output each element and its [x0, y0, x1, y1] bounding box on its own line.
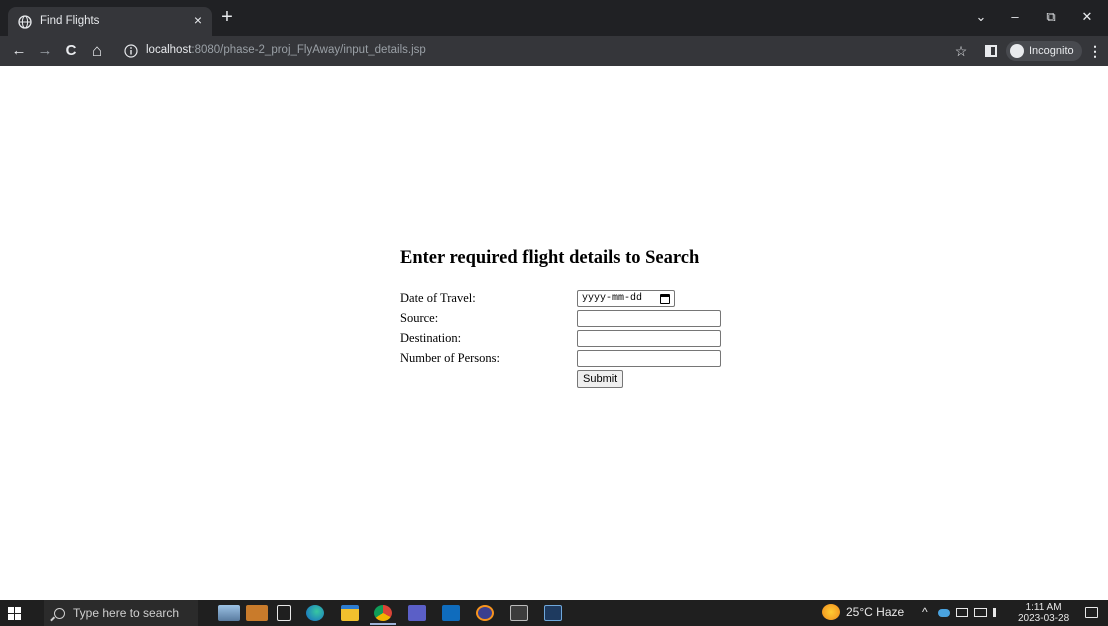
globe-icon: [18, 15, 32, 29]
flight-search-form: Enter required flight details to Search …: [400, 248, 721, 389]
taskbar-clock[interactable]: 1:11 AM 2023-03-28: [1018, 602, 1069, 624]
number-of-persons-input[interactable]: [577, 350, 721, 367]
edge-icon[interactable]: [306, 605, 324, 621]
tab-find-flights[interactable]: Find Flights ×: [8, 7, 212, 36]
search-icon: [54, 607, 65, 619]
clock-date: 2023-03-28: [1018, 613, 1070, 624]
forward-button[interactable]: →: [34, 40, 56, 62]
info-icon[interactable]: [124, 44, 138, 58]
notification-icon[interactable]: [1085, 607, 1098, 618]
tray-overflow-icon[interactable]: ^: [922, 605, 928, 619]
outlook-icon[interactable]: [442, 605, 460, 621]
source-input[interactable]: [577, 310, 721, 327]
terminal-icon[interactable]: [510, 605, 528, 621]
volume-icon[interactable]: [993, 608, 1004, 617]
submit-button[interactable]: Submit: [577, 370, 624, 388]
briefcase-app-icon[interactable]: [246, 605, 268, 621]
tab-search-dropdown-icon[interactable]: ⌄: [966, 6, 996, 28]
reload-button[interactable]: C: [60, 40, 82, 62]
teams-icon[interactable]: [408, 605, 426, 621]
back-button[interactable]: ←: [8, 40, 30, 62]
tab-title: Find Flights: [40, 15, 100, 27]
address-bar[interactable]: localhost:8080/phase-2_proj_FlyAway/inpu…: [114, 40, 974, 62]
incognito-indicator[interactable]: Incognito: [1006, 41, 1082, 61]
date-row: Date of Travel: yyyy-mm-dd: [400, 289, 699, 309]
source-row: Source:: [400, 309, 721, 329]
date-placeholder: yyyy-mm-dd: [582, 293, 643, 304]
destination-label: Destination:: [400, 331, 462, 345]
eclipse-icon[interactable]: [476, 605, 494, 621]
chrome-icon[interactable]: [374, 605, 392, 621]
source-label: Source:: [400, 311, 439, 325]
new-tab-button[interactable]: +: [218, 7, 236, 27]
destination-input[interactable]: [577, 330, 721, 347]
url-path: :8080/phase-2_proj_FlyAway/input_details…: [191, 44, 426, 56]
url-host: localhost: [146, 44, 192, 56]
incognito-label: Incognito: [1029, 45, 1074, 57]
onedrive-icon[interactable]: [938, 609, 950, 617]
weather-icon[interactable]: [822, 604, 840, 620]
network-icon[interactable]: [974, 608, 987, 617]
file-explorer-icon[interactable]: [341, 605, 359, 621]
remote-desktop-icon[interactable]: [544, 605, 562, 621]
clock-time: 1:11 AM: [1025, 602, 1062, 613]
incognito-icon: [1010, 44, 1024, 58]
close-window-button[interactable]: ✕: [1072, 6, 1102, 28]
side-panel-icon[interactable]: [985, 45, 997, 57]
taskbar-search-box[interactable]: Type here to search: [44, 600, 198, 626]
star-icon[interactable]: ☆: [950, 40, 972, 62]
persons-row: Number of Persons:: [400, 349, 721, 369]
browser-toolbar: ← → C ⌂ localhost:8080/phase-2_proj_FlyA…: [0, 36, 1108, 66]
windows-start-icon[interactable]: [8, 607, 22, 621]
browser-tab-strip: Find Flights × + ⌄ – ⧉ ✕: [0, 0, 1108, 36]
page-content: Enter required flight details to Search …: [0, 66, 1108, 600]
url-text: localhost:8080/phase-2_proj_FlyAway/inpu…: [146, 44, 426, 56]
date-label: Date of Travel:: [400, 291, 476, 305]
calendar-icon[interactable]: [660, 293, 670, 304]
page-title: Enter required flight details to Search: [400, 248, 700, 268]
photo-app-icon[interactable]: [218, 605, 240, 621]
task-view-icon[interactable]: [277, 605, 291, 621]
browser-menu-icon[interactable]: ⋮: [1088, 40, 1102, 62]
weather-text[interactable]: 25°C Haze: [846, 605, 904, 619]
submit-row: Submit: [400, 369, 699, 389]
tab-close-icon[interactable]: ×: [194, 13, 202, 27]
restore-button[interactable]: ⧉: [1036, 6, 1066, 28]
minimize-button[interactable]: –: [1000, 6, 1030, 28]
taskbar-search-placeholder: Type here to search: [73, 606, 180, 620]
persons-label: Number of Persons:: [400, 351, 500, 365]
battery-icon[interactable]: [956, 608, 968, 617]
chrome-active-indicator: [370, 623, 396, 625]
home-button[interactable]: ⌂: [86, 40, 108, 62]
destination-row: Destination:: [400, 329, 721, 349]
windows-taskbar: Type here to search 25°C Haze ^ 1:11 AM …: [0, 600, 1108, 626]
date-of-travel-input[interactable]: yyyy-mm-dd: [577, 290, 675, 307]
